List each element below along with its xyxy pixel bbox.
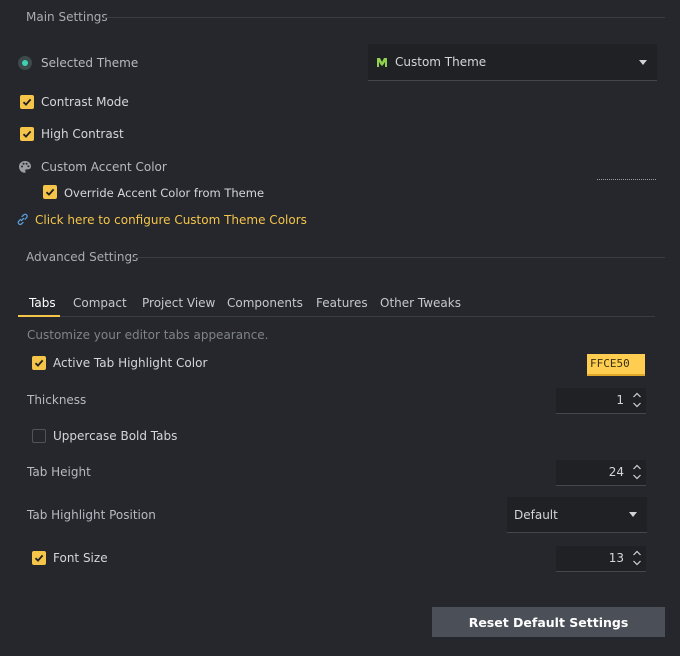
reset-default-settings-button[interactable]: Reset Default Settings <box>432 607 665 637</box>
tab-height-label: Tab Height <box>27 465 91 479</box>
advanced-settings-title: Advanced Settings <box>26 250 139 264</box>
tabs-description: Customize your editor tabs appearance. <box>27 328 269 342</box>
font-size-spinner[interactable]: 13 <box>556 546 646 572</box>
tab-compact[interactable]: Compact <box>73 296 127 310</box>
tabs-separator <box>60 316 655 317</box>
tab-features[interactable]: Features <box>316 296 368 310</box>
configure-theme-colors-link[interactable]: Click here to configure Custom Theme Col… <box>35 213 307 227</box>
custom-accent-label: Custom Accent Color <box>41 160 167 174</box>
highlight-position-dropdown[interactable]: Default <box>507 497 647 533</box>
highlight-color-field[interactable]: FFCE50 <box>587 354 645 376</box>
thickness-value: 1 <box>616 393 624 407</box>
main-settings-separator <box>104 17 665 18</box>
spinner-arrows-icon <box>633 464 641 480</box>
selected-theme-label: Selected Theme <box>41 56 139 70</box>
chevron-down-icon <box>629 512 637 517</box>
chevron-down-icon <box>639 59 647 65</box>
active-tab-highlight-label: Active Tab Highlight Color <box>53 356 208 370</box>
tab-project-view[interactable]: Project View <box>142 296 215 310</box>
uppercase-bold-checkbox[interactable] <box>32 429 46 443</box>
theme-dropdown[interactable]: Custom Theme <box>368 44 657 81</box>
accent-color-field[interactable] <box>597 178 656 180</box>
theme-logo-icon <box>376 56 388 68</box>
spinner-arrows-icon <box>633 392 641 408</box>
font-size-value: 13 <box>608 551 624 565</box>
main-settings-title: Main Settings <box>26 10 108 24</box>
contrast-mode-label: Contrast Mode <box>41 95 129 109</box>
uppercase-bold-label: Uppercase Bold Tabs <box>53 429 178 443</box>
active-tab-indicator <box>18 315 60 317</box>
tab-other-tweaks[interactable]: Other Tweaks <box>380 296 461 310</box>
highlight-position-label: Tab Highlight Position <box>27 508 156 522</box>
high-contrast-checkbox[interactable] <box>20 127 34 141</box>
override-accent-checkbox[interactable] <box>43 185 57 199</box>
spinner-arrows-icon <box>633 550 641 566</box>
tab-components[interactable]: Components <box>227 296 303 310</box>
font-size-label: Font Size <box>53 551 108 565</box>
palette-icon <box>18 160 32 174</box>
tab-tabs[interactable]: Tabs <box>29 296 56 310</box>
link-icon <box>16 213 29 226</box>
thickness-label: Thickness <box>27 393 87 407</box>
active-tab-highlight-checkbox[interactable] <box>32 356 46 370</box>
selected-theme-radio[interactable] <box>18 56 32 70</box>
tab-height-spinner[interactable]: 24 <box>556 460 646 486</box>
thickness-spinner[interactable]: 1 <box>556 388 646 414</box>
tab-height-value: 24 <box>608 465 624 479</box>
theme-dropdown-value: Custom Theme <box>395 55 487 69</box>
override-accent-label: Override Accent Color from Theme <box>64 186 265 200</box>
contrast-mode-checkbox[interactable] <box>20 95 34 109</box>
high-contrast-label: High Contrast <box>41 127 124 141</box>
font-size-checkbox[interactable] <box>32 551 46 565</box>
advanced-settings-separator <box>131 257 665 258</box>
highlight-position-value: Default <box>514 507 558 522</box>
